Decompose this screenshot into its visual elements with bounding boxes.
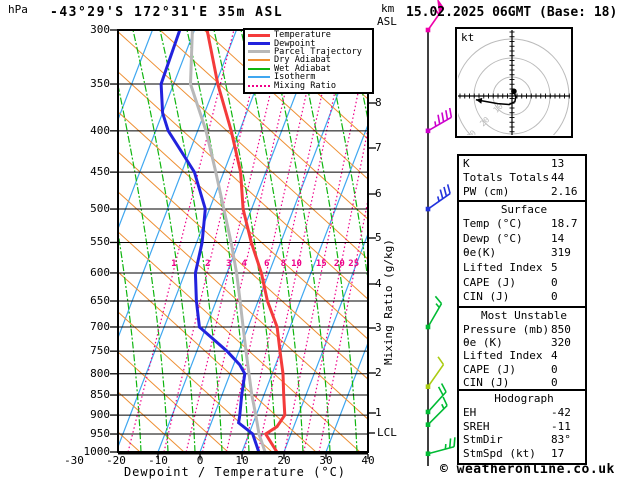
panel-hodograph: Hodograph EH -42 SREH -11 StmDir 83° StmSpd (kt… xyxy=(457,389,587,465)
altitude-unit-km-label: km xyxy=(381,2,395,15)
hodograph-unit-label: kt xyxy=(461,31,475,44)
altitude-unit-asl-label: ASL xyxy=(377,15,397,28)
temp-tick-label: -20 xyxy=(106,454,126,467)
legend-swatch-mixing-ratio xyxy=(248,84,270,87)
panel-surface-row: CIN (J) 0 xyxy=(463,290,558,304)
pressure-tick-label: 800 xyxy=(90,366,110,380)
panel-surface-row: Lifted Index 5 xyxy=(463,261,558,275)
pressure-tick-label: 350 xyxy=(90,77,110,91)
mixing-ratio-value-label: 1 xyxy=(171,259,177,269)
legend-swatch-dry-adiabat xyxy=(248,59,270,62)
panel-indices-row: Totals Totals 44 xyxy=(463,171,565,185)
wind-barb xyxy=(425,107,453,134)
pressure-unit-label: hPa xyxy=(8,3,28,16)
panel-most-unstable-row: CAPE (J) 0 xyxy=(463,362,558,376)
legend-box: Temperature Dewpoint Parcel Trajectory Dry … xyxy=(243,28,374,94)
km-tick-label: 4 xyxy=(375,277,382,290)
km-tick-label: 3 xyxy=(375,321,382,334)
panel-surface-row: Dewp (°C) 14 xyxy=(463,231,565,245)
mixing-ratio-value-label: 4 xyxy=(241,259,247,269)
temp-tick-label: -10 xyxy=(148,454,168,467)
km-tick-label: 8 xyxy=(375,96,382,109)
pressure-tick-label: 950 xyxy=(90,427,110,441)
temp-tick-label: -30 xyxy=(64,454,84,467)
panel-hodograph-row: StmSpd (kt) 17 xyxy=(463,446,565,460)
panel-indices-row: PW (cm) 2.16 xyxy=(463,185,578,199)
pressure-tick-label: 700 xyxy=(90,319,110,333)
legend-swatch-temperature xyxy=(248,33,270,37)
pressure-tick-label: 600 xyxy=(90,265,110,279)
pressure-tick-label: 650 xyxy=(90,294,110,307)
pressure-tick-label: 850 xyxy=(90,388,110,402)
legend-swatch-isotherm xyxy=(248,76,270,79)
panel-most-unstable-title: Most Unstable xyxy=(480,309,568,322)
pressure-tick-label: 500 xyxy=(90,202,110,216)
temp-tick-label: 10 xyxy=(235,454,249,467)
panel-most-unstable-row: Pressure (mb) 850 xyxy=(463,323,571,336)
legend-swatch-wet-adiabat xyxy=(248,67,270,70)
panel-indices-row: K 13 xyxy=(463,157,565,170)
pressure-tick-label: 400 xyxy=(90,123,110,137)
km-tick-label: 1 xyxy=(375,406,382,419)
panel-most-unstable: Most Unstable Pressure (mb) 850 θe (K) 320 Li… xyxy=(457,306,587,391)
wind-barb xyxy=(425,437,456,457)
hodograph: 102030 xyxy=(455,27,573,138)
pressure-tick-label: 900 xyxy=(90,408,110,422)
panel-hodograph-row: StmDir 83° xyxy=(463,433,571,447)
legend-swatch-dewpoint xyxy=(248,42,270,46)
temp-tick-label: 30 xyxy=(319,454,333,467)
station-title: -43°29'S 172°31'E 35m ASL xyxy=(50,5,284,20)
temp-tick-label: 0 xyxy=(196,454,204,467)
legend-item: Mixing Ratio xyxy=(247,80,370,91)
x-axis-title: Dewpoint / Temperature (°C) xyxy=(123,465,347,479)
panel-most-unstable-row: Lifted Index 4 xyxy=(463,349,558,363)
mixing-ratio-value-label: 25 xyxy=(348,259,360,269)
panel-surface: Surface Temp (°C) 18.7 Dewp (°C) 14 θe(K) 319 L… xyxy=(457,200,587,308)
mixing-ratio-value-label: 2 xyxy=(205,259,211,269)
km-tick-label: 7 xyxy=(375,141,382,154)
km-tick-label: 6 xyxy=(375,187,382,200)
legend-swatch-parcel-trajectory xyxy=(248,50,270,54)
panel-indices: K 13 Totals Totals 44 PW (cm) 2.16 xyxy=(457,154,587,202)
panel-hodograph-row: SREH -11 xyxy=(463,419,571,433)
skewt-sounding-screenshot: 102030 hPa -43°29'S 172°31'E 35m ASL km … xyxy=(0,0,629,486)
temp-tick-label: 20 xyxy=(277,454,291,467)
wind-barb xyxy=(425,184,451,212)
panel-most-unstable-row: CIN (J) 0 xyxy=(463,375,558,389)
mixing-ratio-value-label: 10 xyxy=(291,259,302,269)
panel-surface-row: CAPE (J) 0 xyxy=(463,275,558,289)
pressure-tick-label: 300 xyxy=(90,23,110,36)
panel-most-unstable-row: θe (K) 320 xyxy=(463,336,571,350)
pressure-tick-label: 550 xyxy=(90,235,110,249)
pressure-tick-label: 450 xyxy=(90,165,110,179)
panel-surface-title: Surface xyxy=(500,203,548,216)
panel-surface-row: θe(K) 319 xyxy=(463,246,571,260)
legend-label: Mixing Ratio xyxy=(274,80,337,91)
panel-surface-row: Temp (°C) 18.7 xyxy=(463,217,578,230)
pressure-tick-label: 750 xyxy=(90,344,110,358)
km-tick-label: 2 xyxy=(375,366,382,379)
panel-hodograph-row: EH -42 xyxy=(463,406,571,419)
lcl-label: LCL xyxy=(377,426,397,439)
temp-tick-label: 40 xyxy=(361,454,375,467)
km-tick-label: 5 xyxy=(375,231,382,244)
panel-hodograph-title: Hodograph xyxy=(494,392,554,405)
datetime-title: 15.02.2025 06GMT (Base: 18) xyxy=(406,5,618,20)
